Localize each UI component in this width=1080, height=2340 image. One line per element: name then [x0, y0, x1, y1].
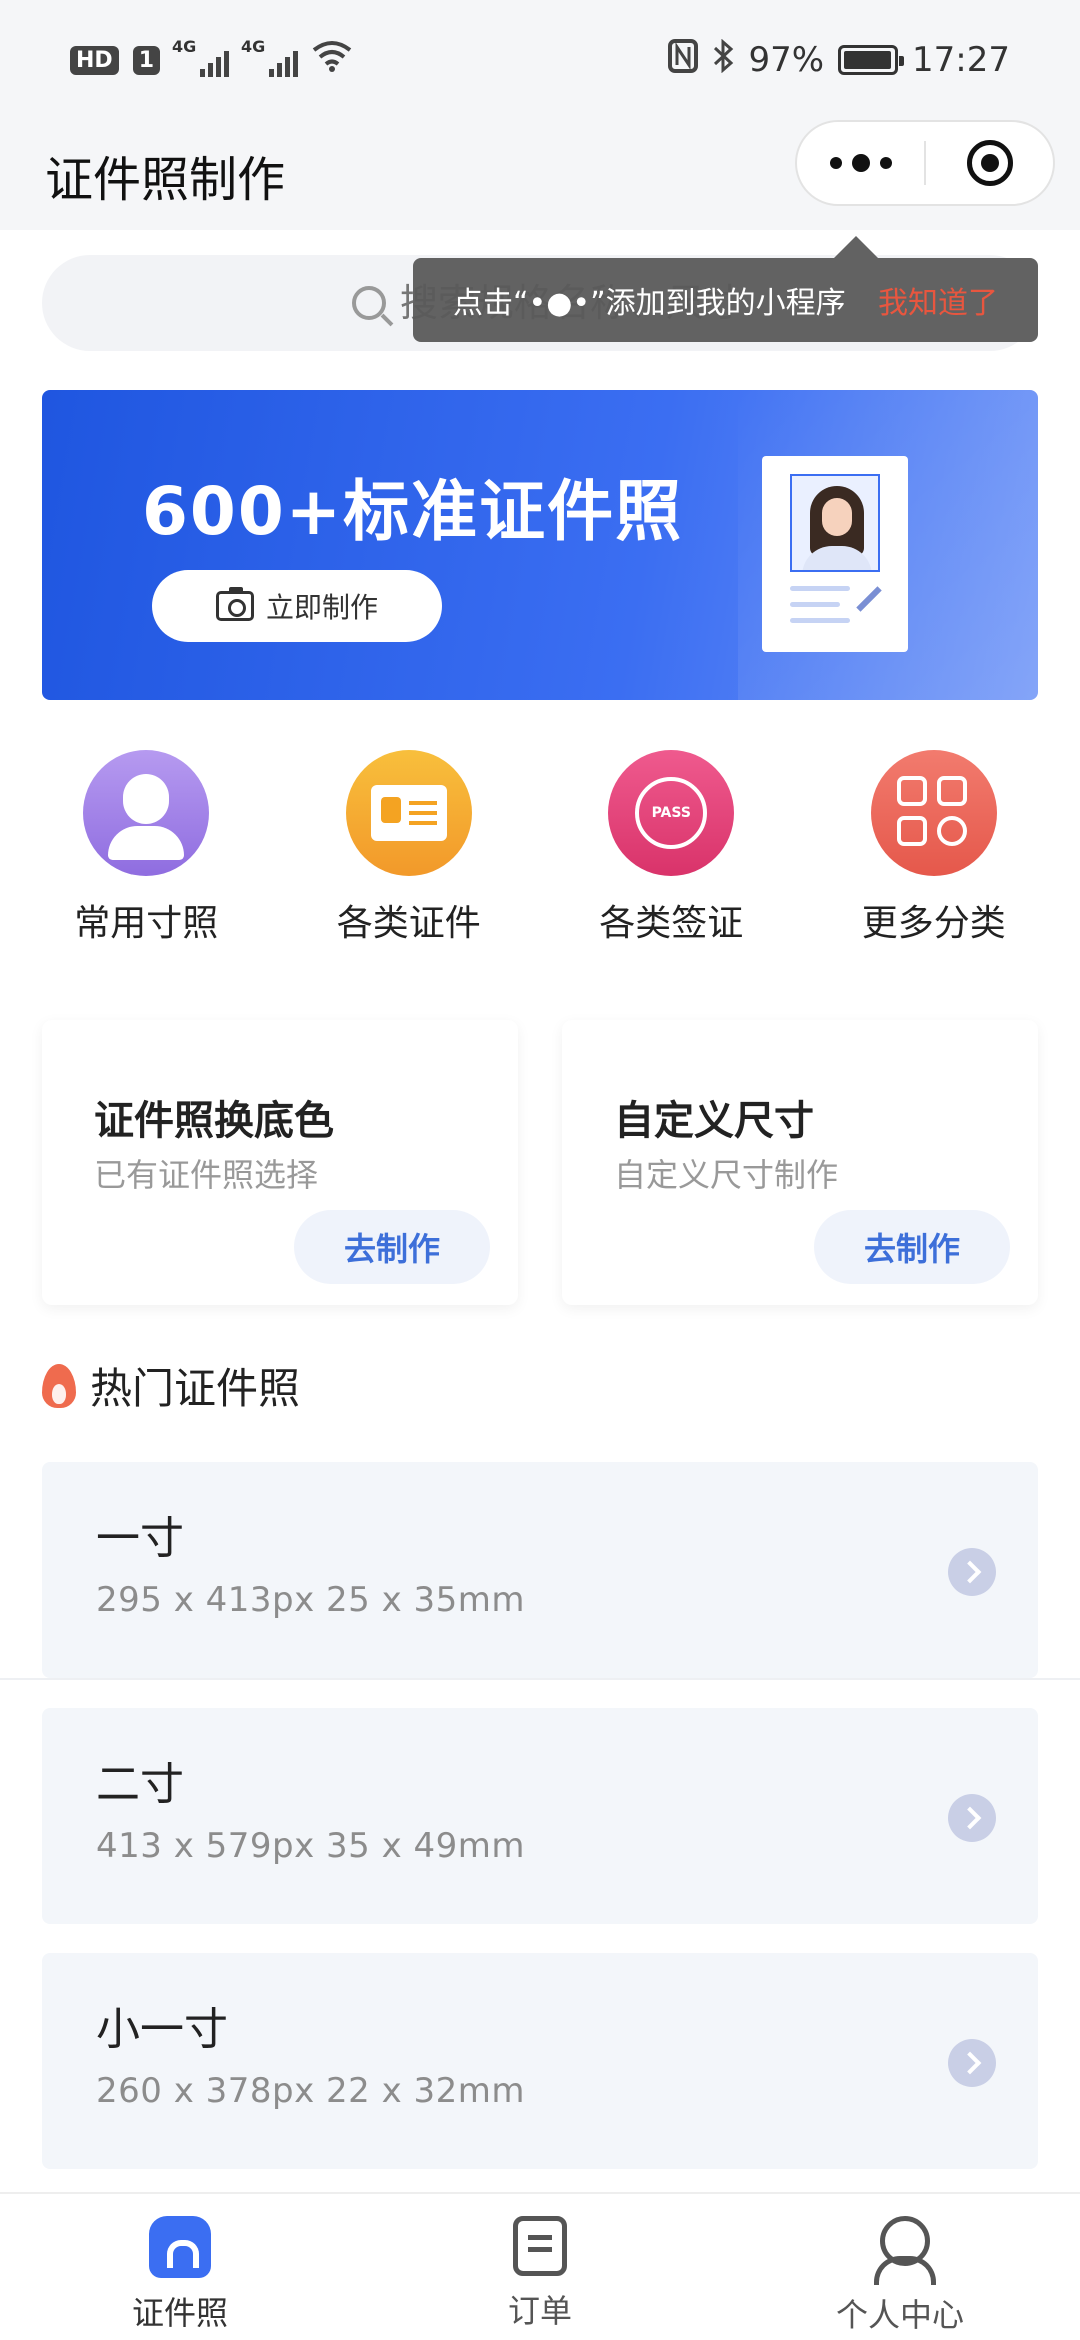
- chevron-right-icon: [948, 1548, 996, 1596]
- category-common-sizes[interactable]: 常用寸照: [31, 750, 261, 950]
- target-icon: [966, 140, 1013, 186]
- size-dimensions: 295 x 413px 25 x 35mm: [96, 1580, 526, 1620]
- hd-badge: HD: [70, 45, 119, 75]
- tab-label: 个人中心: [835, 2296, 964, 2334]
- go-make-button[interactable]: 去制作: [814, 1210, 1010, 1284]
- nav-header: 证件照制作: [0, 120, 1080, 230]
- status-bar: HD 1 4G 4G 97% 17:27: [0, 0, 1080, 120]
- feature-subtitle: 已有证件照选择: [94, 1156, 319, 1194]
- hot-section-title: 热门证件照: [90, 1364, 301, 1413]
- pen-icon: [856, 586, 882, 612]
- chevron-right-icon: [948, 2039, 996, 2087]
- fire-icon: [42, 1363, 76, 1408]
- add-to-my-miniprogram-tooltip: 点击“•●•”添加到我的小程序 我知道了: [413, 236, 1038, 342]
- hot-section-header: 热门证件照: [42, 1355, 300, 1416]
- home-icon: [149, 2216, 211, 2278]
- grid-search-icon: [870, 750, 997, 876]
- category-documents[interactable]: 各类证件: [294, 750, 524, 950]
- more-dots-icon: [829, 157, 842, 169]
- chevron-right-icon: [948, 1794, 996, 1842]
- size-name: 一寸: [96, 1513, 184, 1564]
- user-icon: [870, 2216, 936, 2285]
- make-now-label: 立即制作: [265, 591, 378, 624]
- signal-icon: 4G: [172, 37, 229, 77]
- id-card-illustration: [762, 456, 908, 652]
- person-icon: [83, 750, 210, 876]
- sim-badge: 1: [132, 45, 160, 75]
- feature-card-change-bg[interactable]: 证件照换底色 已有证件照选择 去制作: [42, 1020, 518, 1305]
- category-label: 各类签证: [599, 903, 744, 944]
- id-card-icon: [345, 750, 472, 876]
- network-type-label: 4G: [241, 37, 266, 56]
- category-label: 常用寸照: [74, 903, 219, 944]
- tab-label: 订单: [507, 2292, 572, 2330]
- bottom-tab-bar: 证件照 订单 个人中心: [0, 2192, 1080, 2340]
- category-row: 常用寸照 各类证件 PASS 各类签证 更多分类: [0, 750, 1080, 950]
- feature-card-custom-size[interactable]: 自定义尺寸 自定义尺寸制作 去制作: [562, 1020, 1038, 1305]
- tooltip-dismiss-button[interactable]: 我知道了: [878, 278, 998, 322]
- passport-globe-icon: PASS: [608, 750, 735, 876]
- signal-icon: 4G: [241, 37, 298, 77]
- more-menu-button[interactable]: [797, 154, 924, 172]
- battery-percent: 97%: [748, 40, 825, 80]
- size-dimensions: 260 x 378px 22 x 32mm: [96, 2071, 526, 2111]
- tab-id-photo[interactable]: 证件照: [60, 2194, 300, 2340]
- bluetooth-icon: [712, 38, 734, 82]
- network-type-label: 4G: [172, 37, 197, 56]
- nfc-icon: [668, 38, 699, 82]
- tab-orders[interactable]: 订单: [420, 2194, 660, 2340]
- status-right: 97% 17:27: [668, 38, 1010, 82]
- wifi-icon: [312, 40, 352, 81]
- promo-banner[interactable]: 600+标准证件照 立即制作: [42, 390, 1038, 700]
- pass-badge: PASS: [635, 777, 708, 849]
- battery-level: [844, 51, 892, 69]
- banner-title: 600+标准证件照: [142, 473, 684, 550]
- close-miniprogram-button[interactable]: [926, 140, 1053, 186]
- list-item[interactable]: 一寸 295 x 413px 25 x 35mm: [42, 1462, 1038, 1678]
- tab-profile[interactable]: 个人中心: [780, 2194, 1020, 2340]
- tooltip-text: 点击“•●•”添加到我的小程序: [453, 286, 846, 321]
- order-icon: [513, 2216, 567, 2276]
- battery-icon: [838, 45, 905, 75]
- page-title: 证件照制作: [45, 152, 286, 208]
- status-left: HD 1 4G 4G: [70, 37, 352, 81]
- search-icon: [352, 286, 386, 320]
- size-name: 小一寸: [96, 2004, 228, 2055]
- category-label: 更多分类: [861, 903, 1006, 944]
- size-name: 二寸: [96, 1759, 184, 1810]
- miniprogram-capsule: [795, 120, 1055, 206]
- portrait-illustration: [790, 474, 880, 572]
- tab-label: 证件照: [131, 2294, 228, 2332]
- feature-title: 证件照换底色: [94, 1098, 334, 1144]
- make-now-button[interactable]: 立即制作: [152, 570, 442, 642]
- go-make-button[interactable]: 去制作: [294, 1210, 490, 1284]
- size-dimensions: 413 x 579px 35 x 49mm: [96, 1826, 526, 1866]
- camera-icon: [215, 587, 254, 621]
- category-visas[interactable]: PASS 各类签证: [556, 750, 786, 950]
- category-label: 各类证件: [336, 903, 481, 944]
- feature-title: 自定义尺寸: [614, 1098, 814, 1144]
- divider: [0, 1678, 1080, 1680]
- clock: 17:27: [912, 40, 1010, 80]
- feature-subtitle: 自定义尺寸制作: [614, 1156, 839, 1194]
- list-item[interactable]: 小一寸 260 x 378px 22 x 32mm: [42, 1953, 1038, 2169]
- category-more[interactable]: 更多分类: [819, 750, 1049, 950]
- list-item[interactable]: 二寸 413 x 579px 35 x 49mm: [42, 1708, 1038, 1924]
